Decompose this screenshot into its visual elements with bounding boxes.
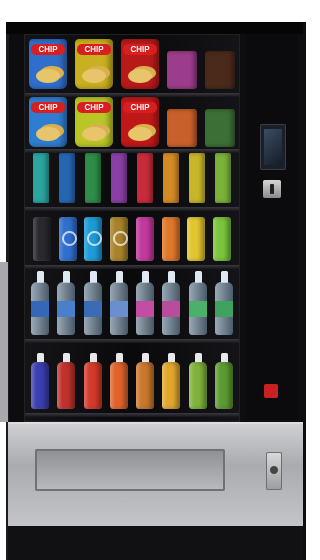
shelf-row-1: CHIP CHIP CHIP: [29, 39, 235, 89]
product-juice-bottle[interactable]: [57, 353, 76, 409]
product-can[interactable]: [110, 217, 129, 261]
product-candy-bar[interactable]: [111, 153, 127, 203]
product-pouch[interactable]: [167, 109, 197, 147]
shelf-row-3: [29, 153, 235, 203]
product-chip-bag[interactable]: CHIP: [75, 97, 113, 147]
product-chip-bag[interactable]: CHIP: [29, 97, 67, 147]
product-candy-bar[interactable]: [137, 153, 153, 203]
product-can[interactable]: [33, 217, 51, 261]
product-can[interactable]: [161, 217, 180, 261]
product-chip-bag[interactable]: CHIP: [121, 39, 159, 89]
product-juice-bottle[interactable]: [188, 353, 207, 409]
product-candy-bar[interactable]: [33, 153, 49, 203]
shelf-row-4: [29, 217, 235, 261]
product-pouch[interactable]: [205, 109, 235, 147]
product-juice-bottle[interactable]: [136, 353, 155, 409]
product-candy-bar[interactable]: [163, 153, 179, 203]
shelf-row-2: CHIP CHIP CHIP: [29, 97, 235, 147]
product-juice-bottle[interactable]: [214, 353, 233, 409]
shelf-row-6: [29, 353, 235, 409]
wall-edge: [0, 262, 8, 422]
product-water-bottle[interactable]: [162, 271, 181, 335]
product-juice-bottle[interactable]: [162, 353, 181, 409]
brand-logo: [264, 384, 278, 398]
product-chip-bag[interactable]: CHIP: [29, 39, 67, 89]
product-water-bottle[interactable]: [83, 271, 102, 335]
product-chip-bag[interactable]: CHIP: [75, 39, 113, 89]
shelf-row-5: [29, 271, 235, 335]
product-water-bottle[interactable]: [136, 271, 155, 335]
product-water-bottle[interactable]: [57, 271, 76, 335]
machine-base: [8, 526, 303, 560]
product-water-bottle[interactable]: [31, 271, 49, 335]
product-can[interactable]: [135, 217, 154, 261]
product-water-bottle[interactable]: [214, 271, 233, 335]
product-water-bottle[interactable]: [188, 271, 207, 335]
product-candy-bar[interactable]: [85, 153, 101, 203]
payment-screen-icon[interactable]: [260, 124, 286, 170]
product-can[interactable]: [84, 217, 103, 261]
product-candy-bar[interactable]: [215, 153, 231, 203]
product-juice-bottle[interactable]: [109, 353, 128, 409]
key-lock-icon[interactable]: [266, 452, 282, 490]
product-juice-bottle[interactable]: [31, 353, 49, 409]
control-panel: [246, 34, 298, 420]
product-can[interactable]: [58, 217, 77, 261]
product-can[interactable]: [212, 217, 231, 261]
product-juice-bottle[interactable]: [83, 353, 102, 409]
product-can[interactable]: [187, 217, 206, 261]
product-candy-bar[interactable]: [189, 153, 205, 203]
product-chip-bag[interactable]: CHIP: [121, 97, 159, 147]
coin-slot-icon[interactable]: [263, 180, 281, 198]
product-candy-bar[interactable]: [59, 153, 75, 203]
product-pouch[interactable]: [205, 51, 235, 89]
product-display: CHIP CHIP CHIP CHIP CHIP CHIP: [24, 34, 240, 422]
product-water-bottle[interactable]: [109, 271, 128, 335]
machine-top: [6, 22, 303, 34]
pickup-flap[interactable]: [35, 449, 225, 491]
product-pouch[interactable]: [167, 51, 197, 89]
